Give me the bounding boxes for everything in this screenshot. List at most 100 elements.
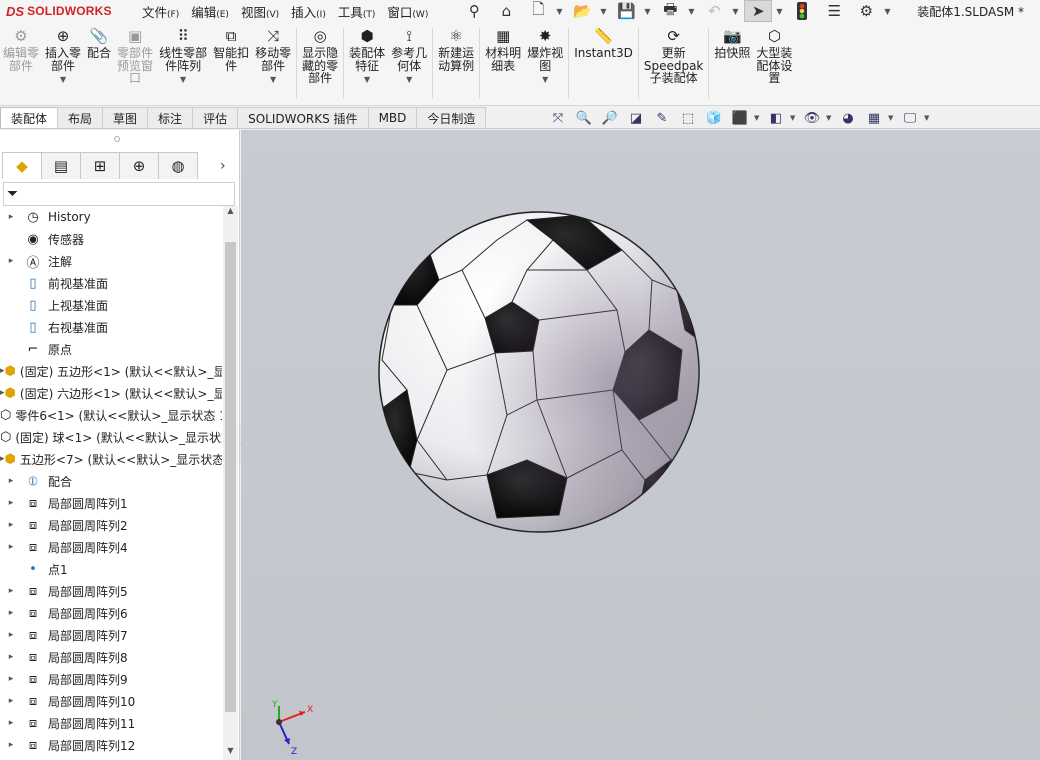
property-manager-tab[interactable]: ▤: [41, 152, 81, 179]
tree-filter[interactable]: ⏷: [3, 182, 235, 206]
tree-item[interactable]: ▸ Ⓐ 注解: [0, 250, 222, 272]
command-assembly-feature[interactable]: ⬢ 装配体 特征 ▼: [346, 22, 388, 105]
select-dropdown-icon[interactable]: ▼: [776, 7, 784, 16]
tree-item[interactable]: ▸ ⧈ 局部圆周阵列11: [0, 712, 222, 734]
tab-2[interactable]: 草图: [102, 107, 149, 128]
display-style-icon[interactable]: 🧊: [702, 109, 726, 127]
view-cube-icon[interactable]: ⬛: [728, 109, 752, 127]
feature-manager-tab[interactable]: ◆: [2, 152, 42, 179]
expand-arrow-icon[interactable]: ▸: [0, 630, 22, 640]
new-dropdown-icon[interactable]: ▼: [556, 7, 564, 16]
tab-6[interactable]: MBD: [367, 107, 418, 128]
print-icon[interactable]: 🖶: [656, 0, 684, 22]
command-motion-study[interactable]: ⚛ 新建运 动算例: [435, 22, 477, 105]
expand-arrow-icon[interactable]: ▸: [0, 652, 22, 662]
zoom-to-area-icon[interactable]: 🔍: [572, 109, 596, 127]
tab-1[interactable]: 布局: [57, 107, 104, 128]
command-reference-geometry[interactable]: ⟟ 参考几 何体 ▼: [388, 22, 430, 105]
command-show-hidden[interactable]: ◎ 显示隐 藏的零 部件: [299, 22, 341, 105]
expand-arrow-icon[interactable]: ▸: [0, 740, 22, 750]
scroll-thumb[interactable]: [225, 242, 236, 712]
tree-item[interactable]: ▸ ⦶ 配合: [0, 470, 222, 492]
command-move-component[interactable]: ⤨ 移动零 部件 ▼: [252, 22, 294, 105]
menu-item-2[interactable]: 视图(V): [235, 2, 285, 21]
zoom-to-fit-icon[interactable]: ⤧: [546, 109, 570, 127]
expand-arrow-icon[interactable]: ▸: [0, 608, 22, 618]
traffic-light-icon[interactable]: [788, 0, 816, 22]
command-large-assembly[interactable]: ⬡ 大型装 配体设置: [753, 22, 795, 105]
options-gear-icon[interactable]: ⚙: [852, 0, 880, 22]
hide-show-items-icon[interactable]: 👁: [800, 109, 824, 127]
expand-arrow-icon[interactable]: ▸: [0, 520, 22, 530]
tree-item[interactable]: ▸ ⧈ 局部圆周阵列6: [0, 602, 222, 624]
tree-scrollbar[interactable]: ▲ ▼: [223, 206, 238, 760]
command-linear-pattern[interactable]: ⠿ 线性零部 件阵列 ▼: [156, 22, 210, 105]
menu-item-0[interactable]: 文件(F): [136, 2, 185, 21]
tree-item[interactable]: ▯ 上视基准面: [0, 294, 222, 316]
more-tabs-chevron-icon[interactable]: ›: [220, 158, 226, 174]
command-edit-component[interactable]: ⚙ 编辑零 部件: [0, 22, 42, 105]
expand-arrow-icon[interactable]: ▸: [0, 674, 22, 684]
command-component-preview[interactable]: ▣ 零部件 预览窗口: [114, 22, 156, 105]
tree-item[interactable]: ▸ ⧈ 局部圆周阵列4: [0, 536, 222, 558]
scene-dropdown-icon[interactable]: ▼: [888, 114, 896, 122]
undo-dropdown-icon[interactable]: ▼: [732, 7, 740, 16]
graphics-area[interactable]: X Y Z: [241, 130, 1040, 760]
tab-4[interactable]: 评估: [192, 107, 239, 128]
expand-arrow-icon[interactable]: ▸: [0, 718, 22, 728]
solidworks-logo[interactable]: DS SOLIDWORKS: [0, 4, 130, 19]
tree-item[interactable]: ▸ ⧈ 局部圆周阵列12: [0, 734, 222, 756]
new-file-icon[interactable]: 🗋: [524, 0, 552, 22]
view-settings-dropdown-icon[interactable]: ▼: [924, 114, 932, 122]
tree-item[interactable]: ▸ ⧈ 局部圆周阵列9: [0, 668, 222, 690]
tab-7[interactable]: 今日制造: [416, 107, 487, 128]
tab-3[interactable]: 标注: [147, 107, 194, 128]
command-mate-paperclip[interactable]: 📎 配合: [84, 22, 114, 105]
tree-item[interactable]: ⬡(固定) 球<1> (默认<<默认>_显示状态 1>): [0, 426, 222, 448]
dimxpert-manager-tab[interactable]: ⊕: [119, 152, 159, 179]
command-smart-fastener[interactable]: ⧉ 智能扣件: [210, 22, 252, 105]
hide-show-dropdown-icon[interactable]: ▼: [826, 114, 834, 122]
command-insert-component[interactable]: ⊕ 插入零 部件 ▼: [42, 22, 84, 105]
tree-item[interactable]: ▸ ⧈ 局部圆周阵列8: [0, 646, 222, 668]
undo-icon[interactable]: ↶: [700, 0, 728, 22]
tree-item[interactable]: ▸⬢五边形<7> (默认<<默认>_显示状态 1>): [0, 448, 222, 470]
select-pointer-icon[interactable]: ➤: [744, 0, 773, 22]
expand-arrow-icon[interactable]: ▸: [0, 212, 22, 222]
tree-item[interactable]: ▯ 右视基准面: [0, 316, 222, 338]
view-cube-dropdown-icon[interactable]: ▼: [754, 114, 762, 122]
tree-item[interactable]: ▸ ⧈ 局部圆周阵列5: [0, 580, 222, 602]
expand-arrow-icon[interactable]: ▸: [0, 586, 22, 596]
section-view-icon[interactable]: ◪: [624, 109, 648, 127]
edit-appearance-icon[interactable]: ◕: [836, 109, 860, 127]
tree-item[interactable]: ▸ ⧈ 局部圆周阵列1: [0, 492, 222, 514]
tree-item[interactable]: ▸ ⧈ 局部圆周阵列2: [0, 514, 222, 536]
print-dropdown-icon[interactable]: ▼: [688, 7, 696, 16]
command-dropdown-icon[interactable]: ▼: [406, 74, 412, 87]
save-dropdown-icon[interactable]: ▼: [644, 7, 652, 16]
file-properties-icon[interactable]: ☰: [820, 0, 848, 22]
tab-5[interactable]: SOLIDWORKS 插件: [237, 107, 369, 128]
apply-scene-icon[interactable]: ▦: [862, 109, 886, 127]
menu-item-1[interactable]: 编辑(E): [185, 2, 235, 21]
previous-view-icon[interactable]: 🔎: [598, 109, 622, 127]
command-speedpak-update[interactable]: ⟳ 更新 Speedpak 子装配体: [641, 22, 707, 105]
command-dropdown-icon[interactable]: ▼: [60, 74, 66, 87]
tree-item[interactable]: ▯ 前视基准面: [0, 272, 222, 294]
command-bom-table[interactable]: ▦ 材料明 细表: [482, 22, 524, 105]
expand-arrow-icon[interactable]: ▸: [0, 256, 22, 266]
tree-item[interactable]: • 点1: [0, 558, 222, 580]
command-dropdown-icon[interactable]: ▼: [180, 74, 186, 87]
tree-item[interactable]: ▸⬢(固定) 五边形<1> (默认<<默认>_显示状: [0, 360, 222, 382]
display-mode-dropdown-icon[interactable]: ▼: [790, 114, 798, 122]
open-folder-icon[interactable]: 📂: [568, 0, 596, 22]
save-icon[interactable]: 💾: [612, 0, 640, 22]
pin-icon[interactable]: ⚲: [460, 0, 488, 22]
tree-item[interactable]: ◉ 传感器: [0, 228, 222, 250]
expand-arrow-icon[interactable]: ▸: [0, 476, 22, 486]
view-settings-monitor-icon[interactable]: 🖵: [898, 109, 922, 127]
soccer-ball-model[interactable]: [377, 210, 701, 534]
configuration-manager-tab[interactable]: ⊞: [80, 152, 120, 179]
tree-item[interactable]: ▸ ⧈ 局部圆周阵列7: [0, 624, 222, 646]
command-snapshot-camera[interactable]: 📷 拍快照: [711, 22, 753, 105]
